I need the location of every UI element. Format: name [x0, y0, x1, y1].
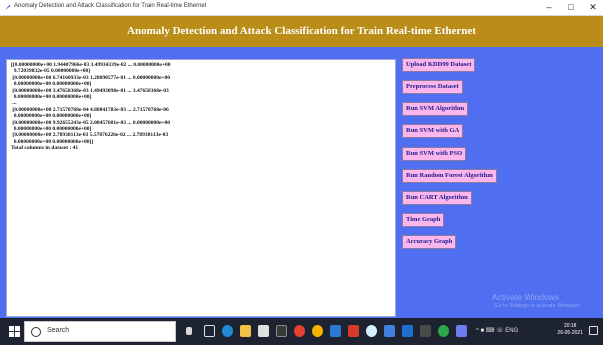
terminal-icon[interactable] [276, 325, 287, 337]
mic-icon[interactable] [186, 327, 192, 335]
windows-start-icon[interactable] [9, 326, 20, 337]
taskbar: Search ^ ■ ⌨ ☏ ENG 20:18 26-05-2021 [0, 318, 603, 345]
task-view-icon[interactable] [204, 325, 215, 337]
accuracy-graph-button[interactable]: Accuracy Graph [402, 235, 457, 249]
activate-windows-hint: Go to Settings to activate Windows. [494, 303, 581, 309]
taskbar-clock[interactable]: 20:18 26-05-2021 [557, 323, 583, 337]
close-button[interactable]: ✕ [584, 1, 602, 14]
notification-icon[interactable] [589, 326, 598, 335]
upload-kdd99-dataset-button[interactable]: Upload KDD99 Dataset [402, 58, 476, 72]
clock-time: 20:18 [563, 323, 577, 329]
output-line: Total columns in dataset : 41 [11, 145, 79, 152]
app-icon-blue[interactable] [330, 325, 341, 337]
app-icon-dark[interactable] [420, 325, 431, 337]
chrome-icon[interactable] [312, 325, 323, 337]
app-icon-light[interactable] [366, 325, 377, 337]
powerpoint-icon[interactable] [348, 325, 359, 337]
app-title: Anomaly Detection and Attack Classificat… [127, 25, 476, 37]
run-svm-algorithm-button[interactable]: Run SVM Algorithm [402, 102, 469, 116]
feather-icon [4, 4, 11, 11]
app-header: Anomaly Detection and Attack Classificat… [0, 16, 603, 47]
run-cart-algorithm-button[interactable]: Run CART Algorithm [402, 191, 472, 205]
store-icon[interactable] [258, 325, 269, 337]
output-text-area[interactable]: [[0.00000000e+00 1.94407966e-03 3.499343… [6, 59, 396, 317]
activate-windows-watermark: Activate Windows [491, 292, 559, 302]
clock-date: 26-05-2021 [557, 330, 583, 336]
run-svm-with-pso-button[interactable]: Run SVM with PSO [402, 147, 467, 161]
feather-app-icon[interactable] [456, 325, 467, 337]
maximize-button[interactable]: □ [562, 1, 580, 14]
run-random-forest-algorithm-button[interactable]: Run Random Forest Algorithm [402, 169, 497, 183]
python-idle-icon[interactable] [384, 325, 395, 337]
window-titlebar: Anomaly Detection and Attack Classificat… [0, 0, 603, 16]
minimize-button[interactable]: – [540, 1, 558, 14]
time-graph-button[interactable]: Time Graph [402, 213, 445, 227]
run-svm-with-ga-button[interactable]: Run SVM with GA [402, 124, 464, 138]
window-title: Anomaly Detection and Attack Classificat… [14, 3, 207, 9]
search-icon [31, 327, 41, 337]
file-explorer-icon[interactable] [240, 325, 251, 337]
search-placeholder: Search [47, 327, 70, 334]
word-icon[interactable] [402, 325, 413, 337]
edge-browser-icon[interactable] [222, 325, 233, 337]
app-icon-green[interactable] [438, 325, 449, 337]
app-icon-red[interactable] [294, 325, 305, 337]
system-tray[interactable]: ^ ■ ⌨ ☏ ENG [476, 327, 518, 334]
main-area: [[0.00000000e+00 1.94407966e-03 3.499343… [0, 47, 603, 318]
taskbar-search-box[interactable]: Search [24, 321, 176, 342]
preprocess-dataset-button[interactable]: Preprocess Dataset [402, 80, 463, 94]
